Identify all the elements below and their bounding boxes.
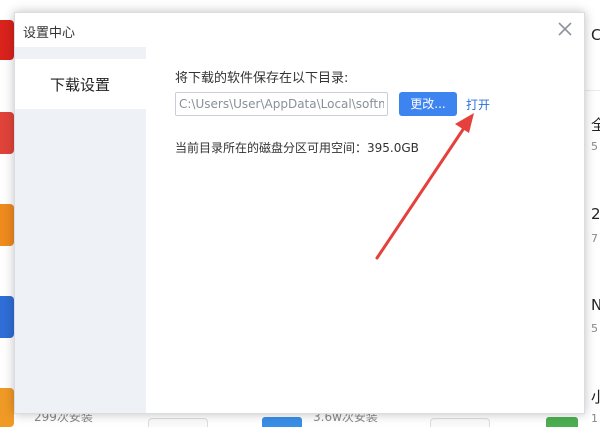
- download-path-field[interactable]: [175, 92, 388, 116]
- bg-app-sub: 5: [591, 140, 598, 153]
- app-icon-blue-bottom: [262, 417, 302, 427]
- bg-app-name: 小: [591, 388, 600, 406]
- app-icon-orange-2: [0, 388, 14, 427]
- save-directory-label: 将下载的软件保存在以下目录:: [175, 71, 349, 86]
- change-directory-button[interactable]: 更改...: [399, 92, 457, 116]
- open-directory-link[interactable]: 打开: [466, 96, 490, 113]
- settings-dialog: 设置中心 下载设置 将下载的软件保存在以下目录: 更改... 打开 当前目录所在…: [14, 12, 585, 414]
- download-settings-panel: 将下载的软件保存在以下目录: 更改... 打开 当前目录所在的磁盘分区可用空间：…: [146, 47, 584, 413]
- dialog-header: 设置中心: [15, 13, 584, 47]
- install-button-stub[interactable]: [148, 418, 208, 427]
- sidebar-item-label: 下载设置: [50, 76, 111, 94]
- bg-app-name: N: [591, 296, 600, 314]
- bg-app-sub: 7: [591, 232, 598, 245]
- dialog-title: 设置中心: [23, 26, 76, 41]
- free-space-text: 当前目录所在的磁盘分区可用空间：395.0GB: [175, 141, 419, 155]
- install-button-stub[interactable]: [430, 418, 490, 427]
- close-button[interactable]: [554, 18, 576, 40]
- app-icon-red-2: [0, 112, 14, 154]
- app-icon-orange: [0, 204, 14, 246]
- app-icon-red: [0, 20, 14, 60]
- app-icon-green-bottom: [546, 417, 578, 427]
- bg-app-name: 2: [591, 205, 600, 223]
- bg-divider: [584, 90, 600, 91]
- bg-app-name: 全: [591, 116, 600, 134]
- settings-sidebar: 下载设置: [15, 47, 146, 413]
- bg-app-sub: 1: [591, 412, 598, 425]
- app-icon-blue: [0, 296, 14, 338]
- sidebar-item-download-settings[interactable]: 下载设置: [15, 59, 146, 109]
- bg-app-name: C: [591, 26, 600, 44]
- bg-app-sub: 5: [591, 322, 598, 335]
- close-icon: [558, 22, 572, 36]
